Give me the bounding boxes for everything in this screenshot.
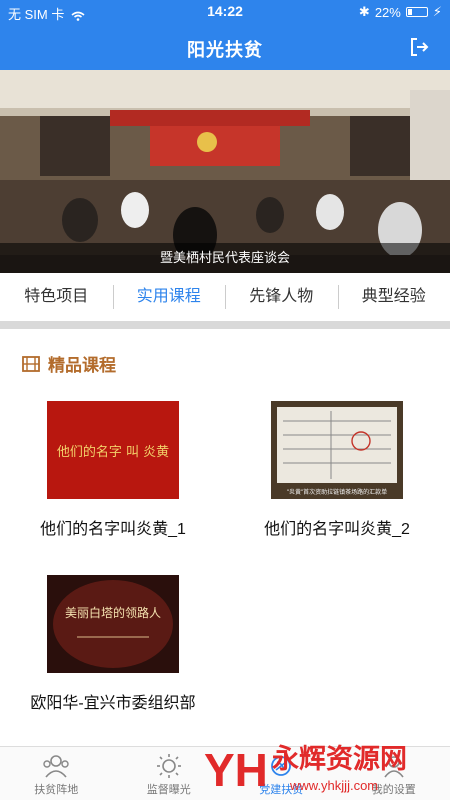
thumb-caption: "炎黄"首次资助拉链镇茶场路的汇款单 (287, 488, 387, 496)
course-thumbnail: "炎黄"首次资助拉链镇茶场路的汇款单 (271, 401, 403, 499)
logout-icon[interactable] (408, 36, 430, 58)
sun-icon (156, 754, 181, 778)
category-tabs: 特色项目 实用课程 先锋人物 典型经验 (0, 273, 450, 321)
nav-bar: 阳光扶贫 (0, 24, 450, 70)
page-title: 阳光扶贫 (187, 40, 263, 60)
tabbar-label: 扶贫阵地 (34, 784, 79, 796)
course-card[interactable]: "炎黄"首次资助拉链镇茶场路的汇款单 他们的名字叫炎黄_2 (232, 401, 442, 539)
battery-percent: 22% (374, 4, 401, 20)
watermark-logo: YH 永辉资源网 www.yhkjjj.com (204, 744, 407, 796)
thumb-text: 他们的名字 叫 炎黄 (57, 444, 169, 460)
divider (0, 321, 450, 329)
course-list: 精品课程 他们的名字 叫 炎黄 他们的名字叫炎黄_1 "炎黄"首次资助拉链镇茶场… (0, 329, 450, 746)
course-title: 他们的名字叫炎黄_2 (264, 521, 410, 538)
section-header: 精品课程 (22, 351, 116, 376)
course-thumbnail: 他们的名字 叫 炎黄 (47, 401, 179, 499)
thumb-text: 美丽白塔的领路人 (65, 605, 161, 620)
tab-pioneers[interactable]: 先锋人物 (225, 273, 338, 321)
tabbar-label: 监督曝光 (146, 784, 191, 796)
tabbar-poverty-base[interactable]: 扶贫阵地 (0, 747, 113, 800)
course-card[interactable]: 他们的名字 叫 炎黄 他们的名字叫炎黄_1 (8, 401, 218, 539)
watermark-brand: 永辉资源网 (271, 744, 407, 775)
svg-text:YH: YH (204, 744, 268, 796)
banner-carousel[interactable]: 暨美栖村民代表座谈会 (0, 70, 450, 273)
tab-featured-projects[interactable]: 特色项目 (0, 273, 113, 321)
people-icon (43, 755, 69, 778)
course-thumbnail: 美丽白塔的领路人 (47, 575, 179, 673)
tab-practical-courses[interactable]: 实用课程 (112, 273, 226, 321)
course-card[interactable]: 美丽白塔的领路人 欧阳华-宜兴市委组织部 (8, 575, 218, 713)
course-title: 欧阳华-宜兴市委组织部 (30, 695, 196, 712)
battery-icon (405, 7, 428, 17)
film-icon (22, 355, 40, 372)
tab-typical-experience[interactable]: 典型经验 (337, 273, 450, 321)
section-title: 精品课程 (48, 356, 116, 375)
status-bar: 无 SIM 卡 14:22 ✱ 22% ⚡ (0, 0, 450, 24)
charging-icon: ⚡ (432, 4, 442, 19)
course-title: 他们的名字叫炎黄_1 (40, 521, 186, 538)
status-right: ✱ 22% ⚡ (359, 4, 442, 20)
banner-caption: 暨美栖村民代表座谈会 (0, 243, 450, 273)
bluetooth-icon: ✱ (358, 4, 370, 19)
watermark-url: www.yhkjjj.com (289, 778, 378, 793)
